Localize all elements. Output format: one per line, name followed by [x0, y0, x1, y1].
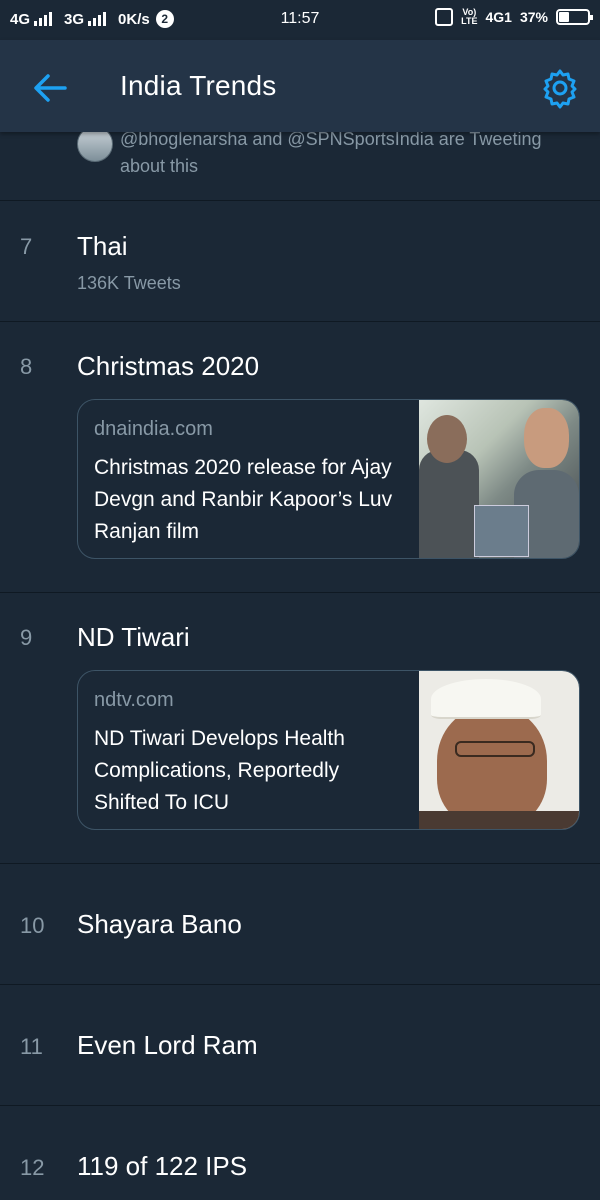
trend-rank: 8 [20, 354, 33, 379]
card-thumbnail [419, 671, 579, 829]
trend-name: Shayara Bano [77, 909, 242, 939]
trend-item-7[interactable]: 7 Thai 136K Tweets [0, 201, 600, 322]
trend-name: Thai [77, 231, 128, 261]
back-button[interactable] [30, 70, 70, 106]
battery-fill [559, 12, 570, 22]
card-domain: ndtv.com [94, 689, 174, 711]
page-title: India Trends [120, 70, 277, 101]
trends-list: @bhoglenarsha and @SPNSportsIndia are Tw… [0, 126, 600, 1200]
trend-name: ND Tiwari [77, 622, 190, 652]
trend-name: Christmas 2020 [77, 351, 260, 381]
trend-rank: 12 [20, 1155, 45, 1180]
card-thumbnail [419, 400, 579, 558]
trend-name: 119 of 122 IPS [77, 1151, 248, 1181]
trend-name: Even Lord Ram [77, 1030, 258, 1060]
settings-button[interactable] [538, 66, 582, 110]
news-card[interactable]: dnaindia.com Christmas 2020 release for … [77, 399, 580, 559]
trend-item-8[interactable]: 8 Christmas 2020 dnaindia.com Christmas … [0, 322, 600, 593]
trend-context: @bhoglenarsha and @SPNSportsIndia are Tw… [120, 129, 542, 176]
trend-item-9[interactable]: 9 ND Tiwari ndtv.com ND Tiwari Develops … [0, 593, 600, 864]
battery-percent: 37% [519, 9, 548, 25]
card-domain: dnaindia.com [94, 418, 213, 440]
card-headline: Christmas 2020 release for Ajay Devgn an… [94, 456, 393, 543]
list-item-partial[interactable]: @bhoglenarsha and @SPNSportsIndia are Tw… [0, 126, 600, 201]
vibrate-icon [435, 8, 454, 26]
trend-item-12[interactable]: 12 119 of 122 IPS [0, 1106, 600, 1200]
trend-item-11[interactable]: 11 Even Lord Ram [0, 985, 600, 1106]
status-bar: 4G 3G 0K/s 2 11:57 Vo) LTE 4G1 37% [0, 0, 600, 40]
trend-rank: 9 [20, 625, 33, 650]
trend-tweet-count: 136K Tweets [77, 273, 181, 293]
trend-rank: 11 [20, 1034, 43, 1059]
volte-bottom: LTE [461, 16, 478, 26]
trend-item-10[interactable]: 10 Shayara Bano [0, 864, 600, 985]
card-headline: ND Tiwari Develops Health Complications,… [94, 727, 345, 814]
trend-rank: 7 [20, 234, 33, 259]
back-arrow-icon [34, 74, 67, 102]
app-header: India Trends [0, 40, 600, 132]
news-card[interactable]: ndtv.com ND Tiwari Develops Health Compl… [77, 670, 580, 830]
network-type-3: 4G1 [485, 9, 512, 25]
status-right: Vo) LTE 4G1 37% [435, 8, 593, 26]
volte-icon: Vo) LTE [461, 8, 477, 26]
trend-rank: 10 [20, 913, 45, 938]
battery-icon [556, 9, 593, 25]
gear-icon [543, 69, 577, 109]
